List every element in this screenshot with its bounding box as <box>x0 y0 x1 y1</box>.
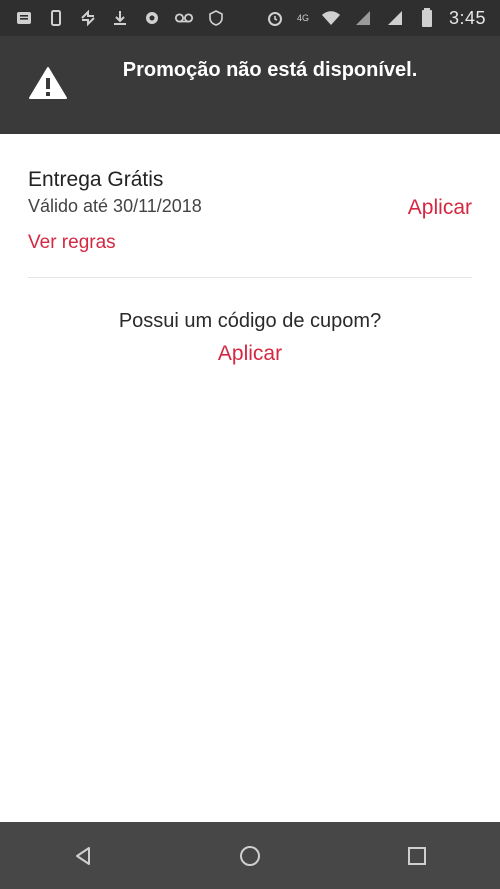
download-icon <box>110 8 130 28</box>
home-icon[interactable] <box>230 836 270 876</box>
promotion-unavailable-banner: Promoção não está disponível. <box>0 36 500 134</box>
recents-icon[interactable] <box>397 836 437 876</box>
voicemail-icon <box>174 8 194 28</box>
coupon-content: Entrega Grátis Válido até 30/11/2018 Apl… <box>0 134 500 822</box>
warning-icon <box>28 64 68 104</box>
coupon-question: Possui um código de cupom? <box>118 310 382 332</box>
status-bar-right: 4G 3:45 <box>265 8 486 29</box>
lte-icon: 4G <box>297 8 309 28</box>
battery-icon <box>417 8 437 28</box>
status-time: 3:45 <box>448 7 486 28</box>
promo-title: Entrega Grátis <box>28 168 164 191</box>
settings-icon <box>142 8 162 28</box>
notification-icon <box>14 8 34 28</box>
signal-icon <box>385 8 405 28</box>
phone-icon <box>46 8 66 28</box>
divider <box>28 277 472 278</box>
sync-icon <box>78 8 98 28</box>
wifi-icon <box>321 8 341 28</box>
apply-coupon-button[interactable]: Aplicar <box>0 342 500 366</box>
apply-promo-button[interactable]: Aplicar <box>408 196 472 220</box>
status-bar: 4G 3:45 <box>0 0 500 36</box>
promo-validity: Válido até 30/11/2018 <box>28 196 202 216</box>
network-label: 4G <box>296 13 309 23</box>
alarm-icon <box>265 8 285 28</box>
navigation-bar <box>0 822 500 889</box>
signal-icon <box>353 8 373 28</box>
security-icon <box>206 8 226 28</box>
view-rules-link[interactable]: Ver regras <box>28 232 116 254</box>
status-bar-left <box>14 8 226 28</box>
back-icon[interactable] <box>63 836 103 876</box>
banner-message: Promoção não está disponível. <box>122 59 418 81</box>
